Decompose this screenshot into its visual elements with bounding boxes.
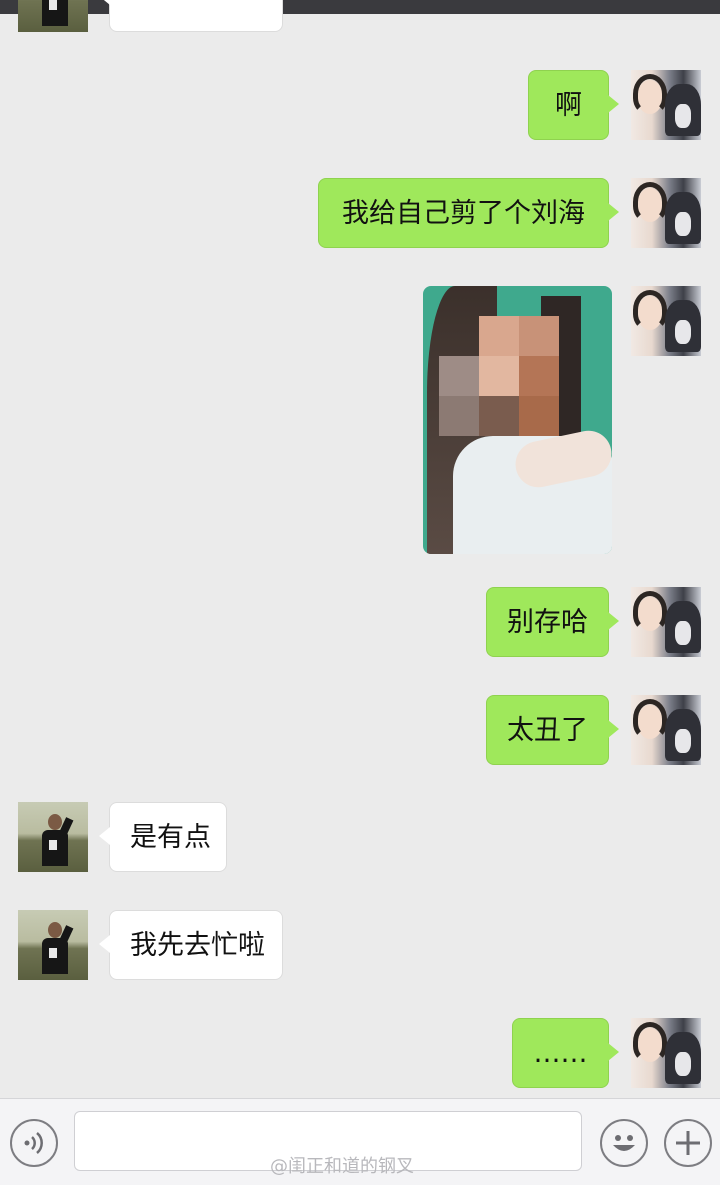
message-image[interactable] — [423, 286, 612, 554]
message-bubble-incoming[interactable]: 是有点 — [99, 802, 227, 872]
self-avatar[interactable] — [631, 70, 701, 140]
emoji-icon — [613, 1135, 635, 1151]
voice-button[interactable] — [10, 1119, 58, 1167]
self-avatar[interactable] — [631, 587, 701, 657]
plus-icon — [676, 1131, 700, 1155]
self-avatar[interactable] — [631, 286, 701, 356]
message-bubble-outgoing[interactable]: 啊 — [528, 70, 619, 140]
message-bubble-incoming — [99, 0, 283, 32]
more-button[interactable] — [664, 1119, 712, 1167]
message-bubble-outgoing[interactable]: 别存哈 — [486, 587, 619, 657]
message-bubble-outgoing[interactable]: …… — [512, 1018, 619, 1088]
self-avatar[interactable] — [631, 695, 701, 765]
watermark: @闺正和道的钢叉 — [270, 1156, 414, 1177]
self-avatar[interactable] — [631, 1018, 701, 1088]
contact-avatar[interactable] — [18, 0, 88, 32]
message-bubble-outgoing[interactable]: 太丑了 — [486, 695, 619, 765]
emoji-button[interactable] — [600, 1119, 648, 1167]
voice-icon — [24, 1132, 43, 1154]
contact-avatar[interactable] — [18, 802, 88, 872]
message-bubble-outgoing[interactable]: 我给自己剪了个刘海 — [318, 178, 619, 248]
message-bubble-incoming[interactable]: 我先去忙啦 — [99, 910, 283, 980]
contact-avatar[interactable] — [18, 910, 88, 980]
self-avatar[interactable] — [631, 178, 701, 248]
